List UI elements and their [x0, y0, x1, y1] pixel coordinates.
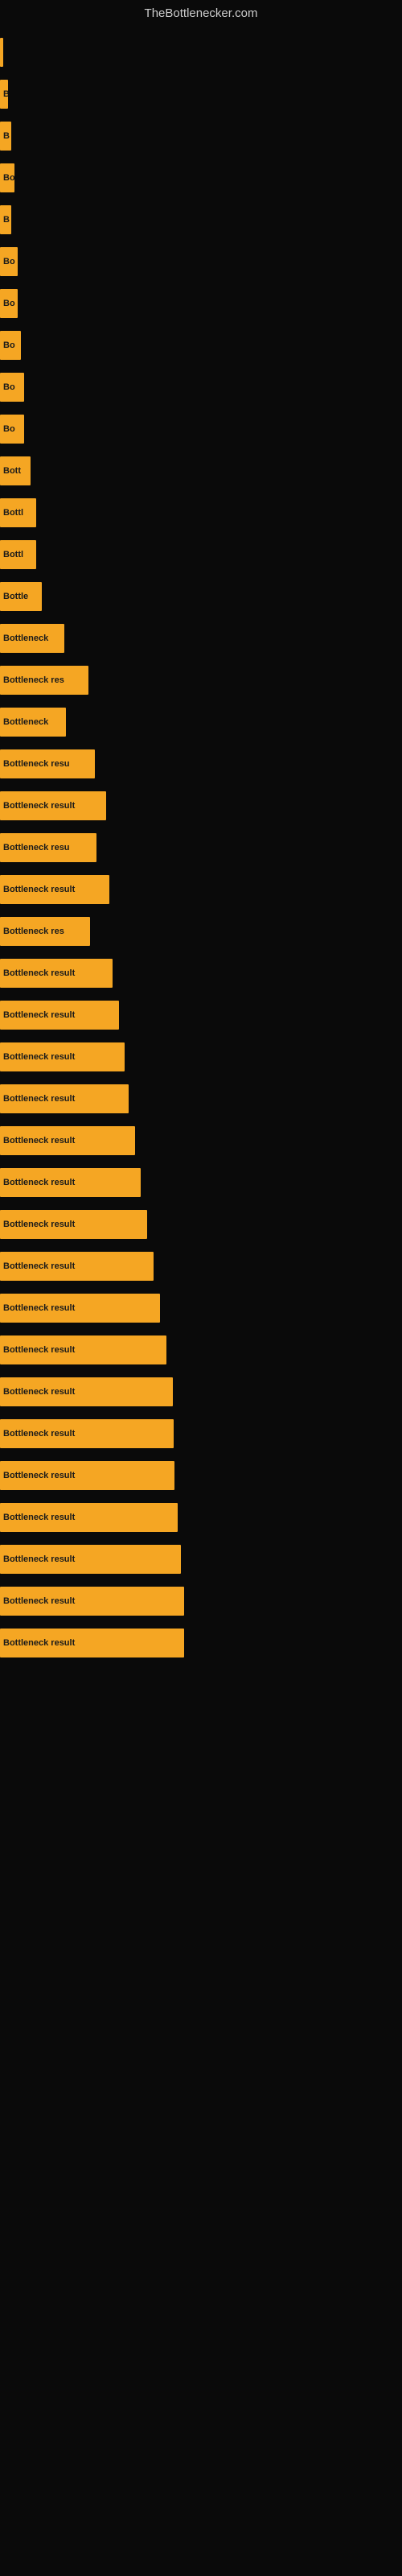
bottleneck-bar: Bottleneck result — [0, 1503, 178, 1532]
bottleneck-bar: Bottleneck result — [0, 1294, 160, 1323]
bottleneck-bar: Bottleneck result — [0, 1168, 141, 1197]
bottleneck-bar: Bottleneck resu — [0, 833, 96, 862]
bar-row: Bottleneck result — [0, 952, 402, 994]
bar-row: Bottleneck result — [0, 1036, 402, 1078]
bar-row: B — [0, 115, 402, 157]
bottleneck-bar: Bottleneck result — [0, 1335, 166, 1364]
bar-row: Bo — [0, 157, 402, 199]
bar-row: B — [0, 73, 402, 115]
bar-row: Bo — [0, 283, 402, 324]
bottleneck-bar: Bo — [0, 373, 24, 402]
bar-row: Bottl — [0, 492, 402, 534]
bottleneck-bar: Bo — [0, 163, 14, 192]
bottleneck-bar: Bottleneck result — [0, 1419, 174, 1448]
bar-row: Bottl — [0, 534, 402, 576]
bottleneck-bar — [0, 38, 3, 67]
bottleneck-bar: Bottleneck result — [0, 1377, 173, 1406]
bar-row: Bottle — [0, 576, 402, 617]
bottleneck-bar: B — [0, 80, 8, 109]
bar-row: Bo — [0, 408, 402, 450]
bar-row: Bottleneck result — [0, 1287, 402, 1329]
bottleneck-bar: Bottleneck res — [0, 666, 88, 695]
bar-row: Bottleneck result — [0, 1580, 402, 1622]
bar-row: Bottleneck res — [0, 659, 402, 701]
bottleneck-bar: Bottleneck result — [0, 1210, 147, 1239]
bar-row: Bottleneck result — [0, 1203, 402, 1245]
bottleneck-bar: Bottleneck res — [0, 917, 90, 946]
bottleneck-bar: Bottleneck result — [0, 875, 109, 904]
bottleneck-bar: Bottleneck result — [0, 1042, 125, 1071]
bar-row: Bott — [0, 450, 402, 492]
bar-row: Bottleneck resu — [0, 743, 402, 785]
bottleneck-bar: Bottleneck — [0, 708, 66, 737]
bottleneck-bar: B — [0, 205, 11, 234]
bottleneck-bar: Bottleneck resu — [0, 749, 95, 778]
bar-row: Bottleneck res — [0, 910, 402, 952]
bar-row: Bottleneck result — [0, 1162, 402, 1203]
bar-row: Bottleneck — [0, 617, 402, 659]
bar-row: Bo — [0, 324, 402, 366]
bar-row: Bottleneck result — [0, 1120, 402, 1162]
bottleneck-bar: Bottleneck result — [0, 1084, 129, 1113]
bar-row: B — [0, 199, 402, 241]
bottleneck-bar: Bottleneck result — [0, 1629, 184, 1657]
bar-row: Bottleneck result — [0, 1455, 402, 1496]
bottleneck-bar: Bottleneck result — [0, 791, 106, 820]
bottleneck-bar: Bo — [0, 415, 24, 444]
bottleneck-bar: Bo — [0, 331, 21, 360]
bottleneck-bar: Bottle — [0, 582, 42, 611]
bar-row: Bottleneck — [0, 701, 402, 743]
bottleneck-bar: Bo — [0, 289, 18, 318]
bar-row: Bottleneck result — [0, 1538, 402, 1580]
bottleneck-bar: Bott — [0, 456, 31, 485]
bar-row: Bottleneck result — [0, 1371, 402, 1413]
bar-row: Bottleneck result — [0, 1622, 402, 1664]
bottleneck-bar: Bottleneck — [0, 624, 64, 653]
bottleneck-bar: Bottl — [0, 540, 36, 569]
bar-row: Bottleneck result — [0, 1413, 402, 1455]
bar-row: Bottleneck resu — [0, 827, 402, 869]
bottleneck-bar: Bottleneck result — [0, 1001, 119, 1030]
bottleneck-bar: Bottl — [0, 498, 36, 527]
bar-row: Bottleneck result — [0, 869, 402, 910]
bottleneck-bar: Bottleneck result — [0, 959, 113, 988]
bar-row: Bottleneck result — [0, 1078, 402, 1120]
site-title: TheBottlenecker.com — [0, 0, 402, 23]
bottleneck-bar: Bottleneck result — [0, 1461, 174, 1490]
bar-row: Bo — [0, 241, 402, 283]
bottleneck-bar: Bottleneck result — [0, 1545, 181, 1574]
bottleneck-bar: Bo — [0, 247, 18, 276]
bars-container: BBBoBBoBoBoBoBoBottBottlBottlBottleBottl… — [0, 23, 402, 1672]
bottleneck-bar: Bottleneck result — [0, 1252, 154, 1281]
bar-row: Bo — [0, 366, 402, 408]
bar-row: Bottleneck result — [0, 785, 402, 827]
bar-row: Bottleneck result — [0, 1496, 402, 1538]
bar-row — [0, 31, 402, 73]
bar-row: Bottleneck result — [0, 1245, 402, 1287]
bottleneck-bar: Bottleneck result — [0, 1587, 184, 1616]
bottleneck-bar: Bottleneck result — [0, 1126, 135, 1155]
bar-row: Bottleneck result — [0, 1329, 402, 1371]
bar-row: Bottleneck result — [0, 994, 402, 1036]
bottleneck-bar: B — [0, 122, 11, 151]
